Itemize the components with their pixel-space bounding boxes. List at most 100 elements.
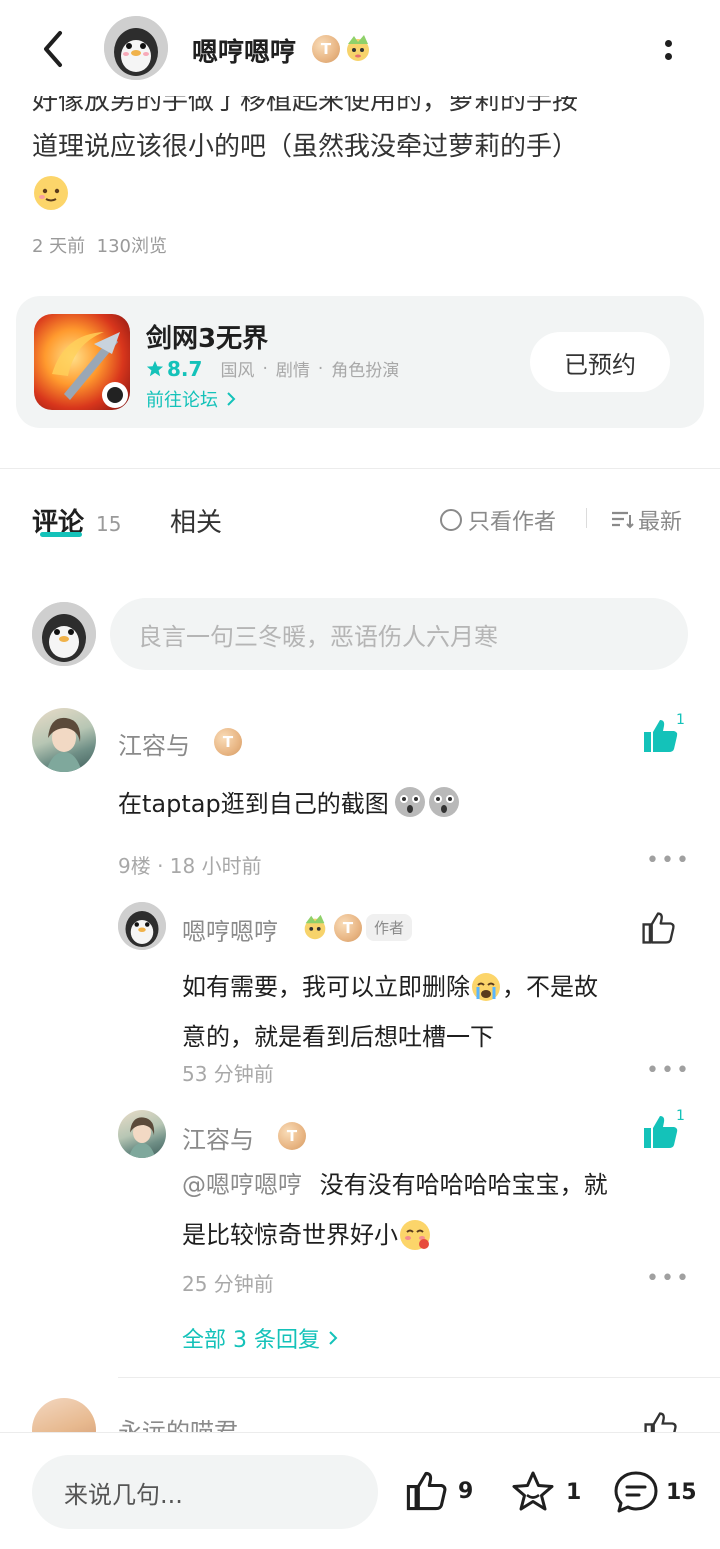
like-button[interactable] <box>640 910 680 950</box>
radio-circle-icon <box>440 509 462 531</box>
bottom-comment-input[interactable]: 来说几句... <box>32 1455 378 1529</box>
like-button[interactable]: 1 <box>640 1108 686 1158</box>
more-horizontal-icon: ••• <box>646 1266 691 1291</box>
blush-emoji-icon <box>400 1220 430 1250</box>
comments-button[interactable]: 15 <box>612 1469 697 1515</box>
reply-more-button[interactable]: ••• <box>646 1266 691 1291</box>
level-badge: T <box>334 914 362 942</box>
level-badge-letter: T <box>222 733 234 751</box>
thumbs-up-outline-icon <box>406 1471 447 1511</box>
thumbs-up-filled-icon <box>644 1116 678 1148</box>
reply-text-part: 如有需要，我可以立即删除 <box>182 973 470 1001</box>
star-outline-icon <box>512 1471 554 1511</box>
level-badge-letter: T <box>286 1127 298 1145</box>
decoration-badge-icon <box>300 912 330 942</box>
forum-link[interactable]: 前往论坛 <box>146 386 238 412</box>
reply-author-name[interactable]: 嗯哼嗯哼 <box>182 912 278 947</box>
more-vertical-icon <box>664 40 672 47</box>
penguin-avatar-image <box>118 902 166 950</box>
bottom-input-placeholder: 来说几句... <box>64 1480 183 1509</box>
reply-author-name[interactable]: 江容与 <box>182 1120 254 1155</box>
commenter-name[interactable]: 永远的喵君 <box>118 1412 238 1432</box>
level-badge-letter: T <box>320 40 332 58</box>
level-badge: T <box>312 35 340 63</box>
like-button[interactable]: 1 <box>640 712 686 762</box>
view-all-replies-link[interactable]: 全部 3 条回复 <box>182 1322 340 1354</box>
commenter-avatar[interactable] <box>32 1398 96 1432</box>
level-badge: T <box>214 728 242 756</box>
reply-avatar[interactable] <box>118 902 166 950</box>
favorite-count: 1 <box>566 1479 582 1505</box>
chevron-right-icon <box>227 392 236 406</box>
comment-text: 在taptap逛到自己的截图 <box>118 784 461 819</box>
post-text-line: 道理说应该很小的吧（虽然我没牵过萝莉的手） <box>32 132 579 162</box>
comment-input[interactable]: 良言一句三冬暖，恶语伤人六月寒 <box>110 598 688 670</box>
reply-text-part: ，不是故 <box>502 973 598 1001</box>
sort-list-icon <box>612 511 634 529</box>
author-name[interactable]: 嗯哼嗯哼 <box>192 32 296 69</box>
game-tag: 角色扮演 <box>331 361 400 381</box>
commenter-name[interactable]: 江容与 <box>118 726 190 761</box>
chevron-right-icon <box>329 1331 338 1345</box>
game-rating: 8.7 <box>167 356 203 381</box>
reply-text-part: 意的，就是看到后想吐槽一下 <box>182 1023 494 1051</box>
author-only-label: 只看作者 <box>468 510 557 535</box>
tab-comments-count: 15 <box>96 512 122 536</box>
author-avatar[interactable] <box>104 16 168 80</box>
sort-label: 最新 <box>638 510 683 535</box>
thumbs-up-outline-icon <box>642 912 675 944</box>
section-divider <box>0 468 720 469</box>
comment-text-body: 在taptap逛到自己的截图 <box>118 790 389 818</box>
more-horizontal-icon: ••• <box>646 848 691 873</box>
reply-avatar[interactable] <box>118 1110 166 1158</box>
back-button[interactable] <box>30 26 76 72</box>
shocked-emoji-icon <box>428 786 459 817</box>
like-count: 1 <box>676 712 685 728</box>
thumbs-up-filled-icon <box>644 720 678 752</box>
game-platform-icon <box>102 382 128 408</box>
commenter-avatar[interactable] <box>32 708 96 772</box>
reserve-button-label: 已预约 <box>564 350 636 379</box>
shocked-emoji-icon <box>394 786 425 817</box>
game-rating-row: 8.7 国风 · 剧情 · 角色扮演 <box>146 356 399 381</box>
emoji-smile-icon <box>32 174 70 212</box>
chat-bubble-icon <box>614 1471 658 1513</box>
reserve-button[interactable]: 已预约 <box>530 332 670 392</box>
reply-more-button[interactable]: ••• <box>646 1058 691 1083</box>
post-views: 130浏览 <box>96 236 167 257</box>
reply-time: 53 分钟前 <box>182 1062 274 1086</box>
level-badge-letter: T <box>342 919 354 937</box>
reply-time: 25 分钟前 <box>182 1272 274 1296</box>
comments-total-count: 15 <box>666 1479 697 1505</box>
reply-text-part: 没有没有哈哈哈哈宝宝，就 <box>319 1171 608 1199</box>
like-count: 1 <box>676 1108 685 1124</box>
star-icon <box>146 360 164 376</box>
forum-link-label: 前往论坛 <box>146 390 218 411</box>
favorite-button[interactable]: 1 <box>510 1469 581 1515</box>
tab-related[interactable]: 相关 <box>170 502 222 539</box>
my-avatar <box>32 602 96 666</box>
header-bar: 嗯哼嗯哼 T <box>0 0 720 96</box>
comment-divider <box>118 1377 720 1378</box>
comment-more-button[interactable]: ••• <box>646 848 691 873</box>
decoration-badge-icon <box>342 32 374 64</box>
penguin-avatar-image <box>32 602 96 666</box>
like-post-button[interactable]: 9 <box>404 1469 473 1513</box>
reply-text: @嗯哼嗯哼 没有没有哈哈哈哈宝宝，就 是比较惊奇世界好小 <box>182 1160 682 1260</box>
thumbs-up-outline-icon[interactable] <box>642 1410 678 1432</box>
post-time: 2 天前 <box>32 236 86 257</box>
reply-text: 如有需要，我可以立即删除 ，不是故 意的，就是看到后想吐槽一下 <box>182 962 682 1062</box>
more-horizontal-icon: ••• <box>646 1058 691 1083</box>
game-card[interactable]: 剑网3无界 8.7 国风 · 剧情 · 角色扮演 前往论坛 已预约 <box>16 296 704 428</box>
author-only-toggle[interactable]: 只看作者 <box>440 504 556 536</box>
chevron-left-icon <box>44 31 62 67</box>
comment-meta: 9楼 · 18 小时前 <box>118 854 262 878</box>
more-options-button[interactable] <box>650 30 686 70</box>
tab-divider <box>586 508 587 528</box>
game-icon <box>34 314 130 410</box>
sort-button[interactable]: 最新 <box>610 504 682 536</box>
mention-link[interactable]: @嗯哼嗯哼 <box>182 1171 302 1199</box>
reply-text-part: 是比较惊奇世界好小 <box>182 1221 398 1249</box>
penguin-avatar-image <box>104 16 168 80</box>
like-post-count: 9 <box>458 1478 474 1504</box>
